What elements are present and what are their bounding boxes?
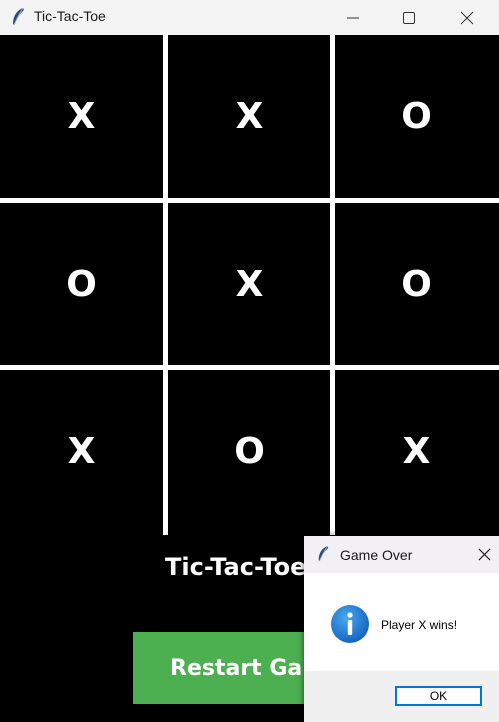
board-cell-5[interactable]: X	[168, 203, 331, 366]
window-title: Tic-Tac-Toe	[34, 8, 106, 24]
close-icon	[460, 11, 474, 24]
info-icon	[331, 605, 369, 643]
board-cell-4[interactable]: O	[0, 203, 163, 366]
game-over-dialog: Game Over Player X wins! OK	[304, 536, 499, 722]
status-label: Tic-Tac-Toe	[165, 553, 307, 581]
dialog-message: Player X wins!	[381, 618, 458, 632]
maximize-icon	[403, 11, 415, 24]
board-cell-7[interactable]: X	[0, 370, 163, 533]
board-cell-6[interactable]: O	[335, 203, 498, 366]
dialog-body: Player X wins!	[304, 573, 499, 671]
minimize-icon	[347, 17, 359, 18]
board-cell-8[interactable]: O	[168, 370, 331, 533]
board-cell-3[interactable]: O	[335, 35, 498, 198]
maximize-button[interactable]	[386, 0, 432, 35]
close-button[interactable]	[444, 0, 490, 35]
minimize-button[interactable]	[330, 0, 376, 35]
dialog-footer: OK	[304, 671, 499, 722]
feather-icon	[13, 7, 24, 26]
board-cell-1[interactable]: X	[0, 35, 163, 198]
ok-button[interactable]: OK	[395, 686, 482, 706]
dialog-title: Game Over	[340, 547, 413, 563]
board-cell-9[interactable]: X	[335, 370, 498, 533]
window-titlebar: Tic-Tac-Toe	[0, 0, 499, 35]
game-board: X X O O X O X O X	[0, 35, 499, 535]
feather-icon	[318, 545, 329, 562]
board-cell-2[interactable]: X	[168, 35, 331, 198]
close-icon	[478, 548, 490, 561]
dialog-titlebar: Game Over	[304, 536, 499, 573]
dialog-close-button[interactable]	[469, 536, 499, 573]
